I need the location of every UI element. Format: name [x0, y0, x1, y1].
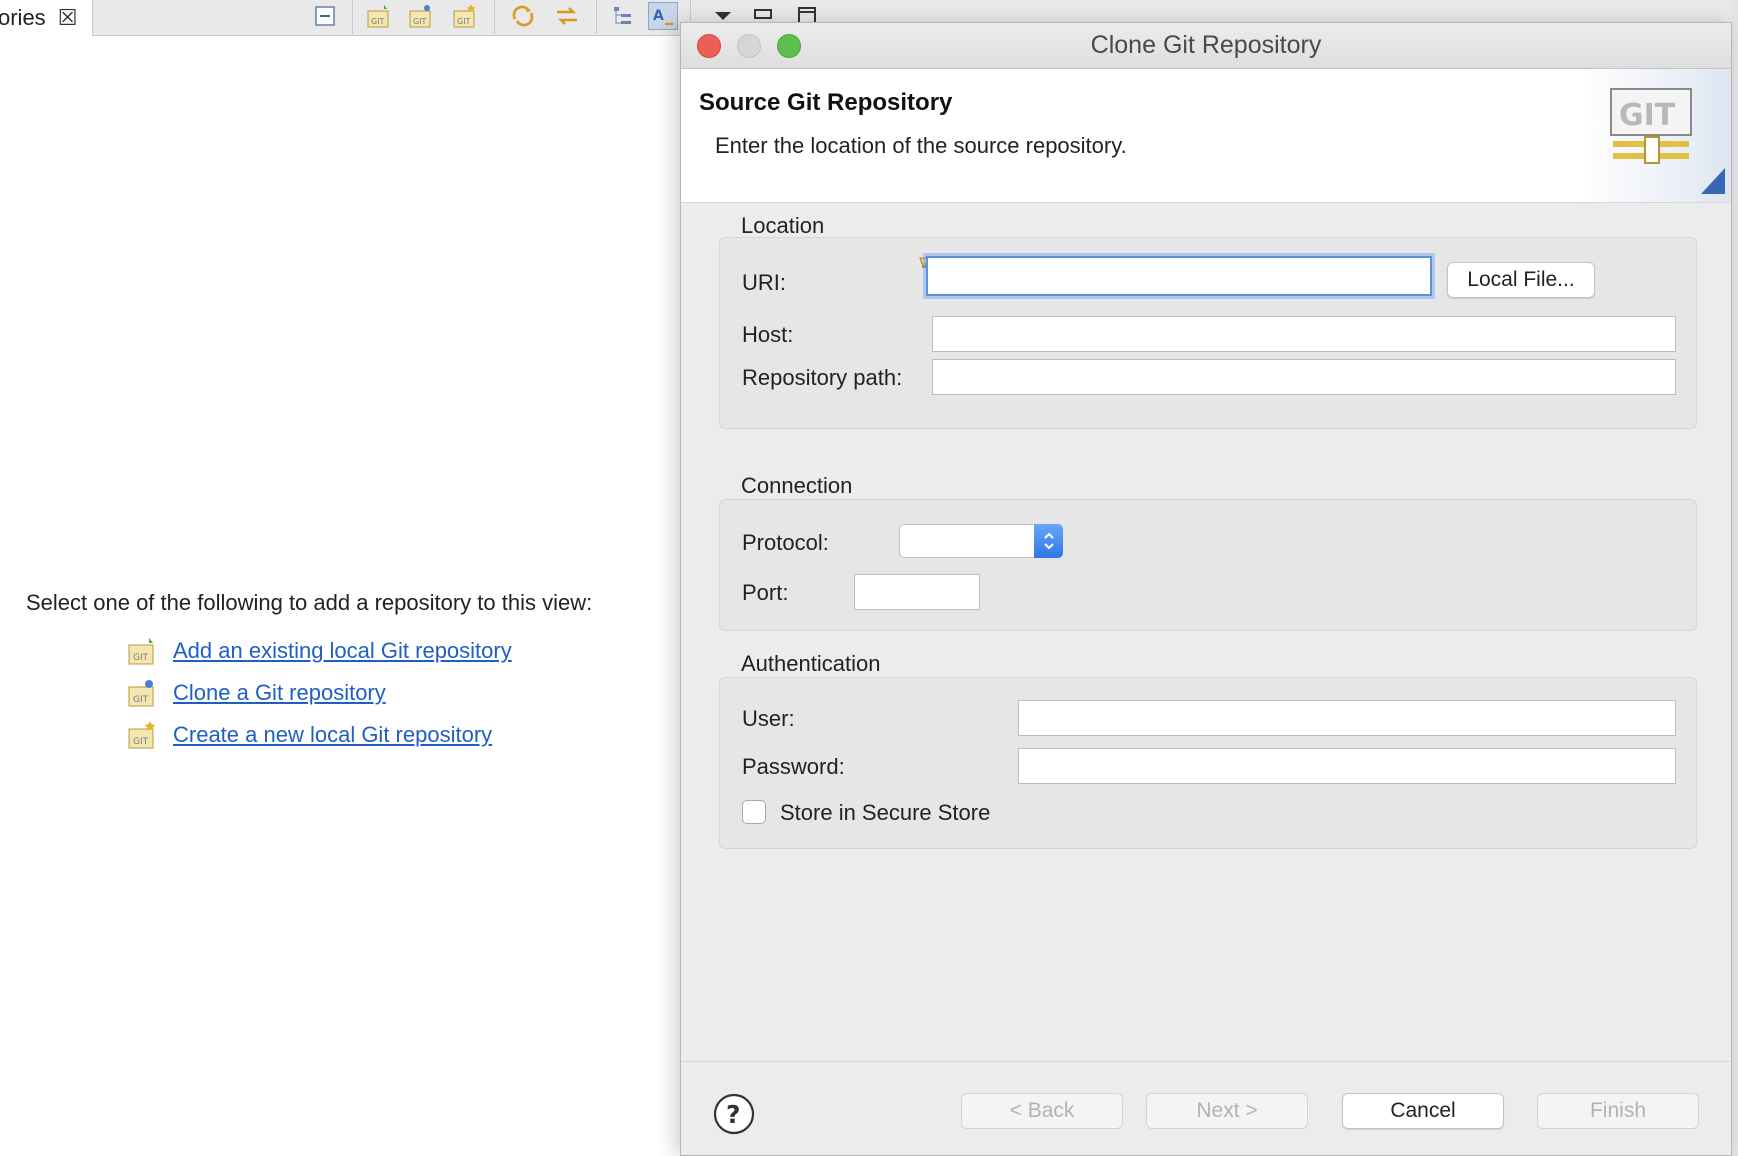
svg-text:GIT: GIT	[457, 17, 471, 26]
create-repository-icon[interactable]: GIT	[450, 2, 480, 30]
uri-label: URI:	[742, 270, 786, 295]
next-button[interactable]: Next >	[1146, 1093, 1308, 1129]
back-button[interactable]: < Back	[961, 1093, 1123, 1129]
footer-divider	[681, 1061, 1731, 1062]
svg-text:GIT: GIT	[133, 695, 149, 705]
help-icon[interactable]: ?	[713, 1093, 755, 1135]
clone-repo-link[interactable]: GIT Clone a Git repository	[127, 676, 386, 710]
protocol-label: Protocol:	[742, 530, 829, 555]
local-file-button[interactable]: Local File...	[1447, 262, 1595, 298]
password-label: Password:	[742, 754, 845, 779]
svg-text:?: ?	[726, 1100, 741, 1129]
add-repository-icon[interactable]: GIT	[364, 2, 394, 30]
uri-input[interactable]	[926, 256, 1432, 296]
chevron-up-down-icon	[1034, 524, 1063, 558]
location-group: URI: Local File... Host: Repository path…	[719, 237, 1697, 429]
view-tab-label: ories	[0, 5, 46, 30]
view-intro-text: Select one of the following to add a rep…	[26, 590, 593, 615]
add-existing-repo-link[interactable]: GIT Add an existing local Git repository	[127, 634, 512, 668]
clone-repository-icon: GIT	[128, 680, 154, 707]
svg-text:GIT: GIT	[133, 653, 149, 663]
svg-text:A: A	[653, 8, 664, 24]
git-banner-icon: GIT	[1581, 69, 1731, 202]
user-input[interactable]	[1018, 700, 1676, 736]
port-label: Port:	[742, 580, 789, 605]
wizard-header: Source Git Repository Enter the location…	[681, 69, 1731, 203]
window-edge	[1732, 0, 1738, 1156]
sort-icon[interactable]: A	[648, 2, 678, 30]
finish-button[interactable]: Finish	[1537, 1093, 1699, 1129]
repository-path-label: Repository path:	[742, 365, 903, 390]
authentication-group: User: Password: Store in Secure Store	[719, 677, 1697, 849]
dialog-title-bar: Clone Git Repository	[681, 23, 1731, 69]
clone-repository-icon[interactable]: GIT	[406, 2, 436, 30]
password-input[interactable]	[1018, 748, 1676, 784]
page-description: Enter the location of the source reposit…	[715, 133, 1127, 158]
host-label: Host:	[742, 322, 794, 347]
create-repository-icon: GIT	[128, 721, 156, 749]
view-tab-repositories[interactable]: ories ☒	[0, 0, 93, 36]
location-group-label: Location	[741, 213, 825, 238]
repository-path-input[interactable]	[932, 359, 1676, 395]
svg-text:GIT: GIT	[413, 17, 427, 26]
page-title: Source Git Repository	[699, 89, 953, 116]
host-input[interactable]	[932, 316, 1676, 352]
protocol-select[interactable]	[899, 524, 1063, 558]
store-secure-label: Store in Secure Store	[780, 800, 991, 825]
cancel-button[interactable]: Cancel	[1342, 1093, 1504, 1129]
create-repo-link[interactable]: GIT Create a new local Git repository	[127, 718, 492, 752]
svg-text:GIT: GIT	[133, 737, 149, 747]
link-with-selection-icon[interactable]	[552, 2, 582, 30]
refresh-icon[interactable]	[508, 2, 538, 30]
dialog-title: Clone Git Repository	[1090, 31, 1322, 59]
collapse-all-icon[interactable]	[310, 2, 340, 30]
link-label[interactable]: Clone a Git repository	[173, 680, 386, 706]
hierarchical-layout-icon[interactable]	[608, 2, 638, 30]
svg-text:GIT: GIT	[371, 17, 385, 26]
add-repository-icon: GIT	[128, 638, 154, 665]
port-input[interactable]	[854, 574, 980, 610]
user-label: User:	[742, 706, 795, 731]
authentication-group-label: Authentication	[741, 651, 881, 676]
connection-group-label: Connection	[741, 473, 853, 498]
git-logo-text: GIT	[1619, 98, 1676, 133]
link-label[interactable]: Create a new local Git repository	[173, 722, 492, 748]
store-secure-checkbox[interactable]	[742, 800, 766, 824]
link-label[interactable]: Add an existing local Git repository	[173, 638, 512, 664]
close-icon[interactable]: ☒	[58, 5, 78, 31]
connection-group: Protocol: Port:	[719, 499, 1697, 631]
clone-git-repository-dialog: Clone Git Repository Source Git Reposito…	[680, 22, 1732, 1156]
